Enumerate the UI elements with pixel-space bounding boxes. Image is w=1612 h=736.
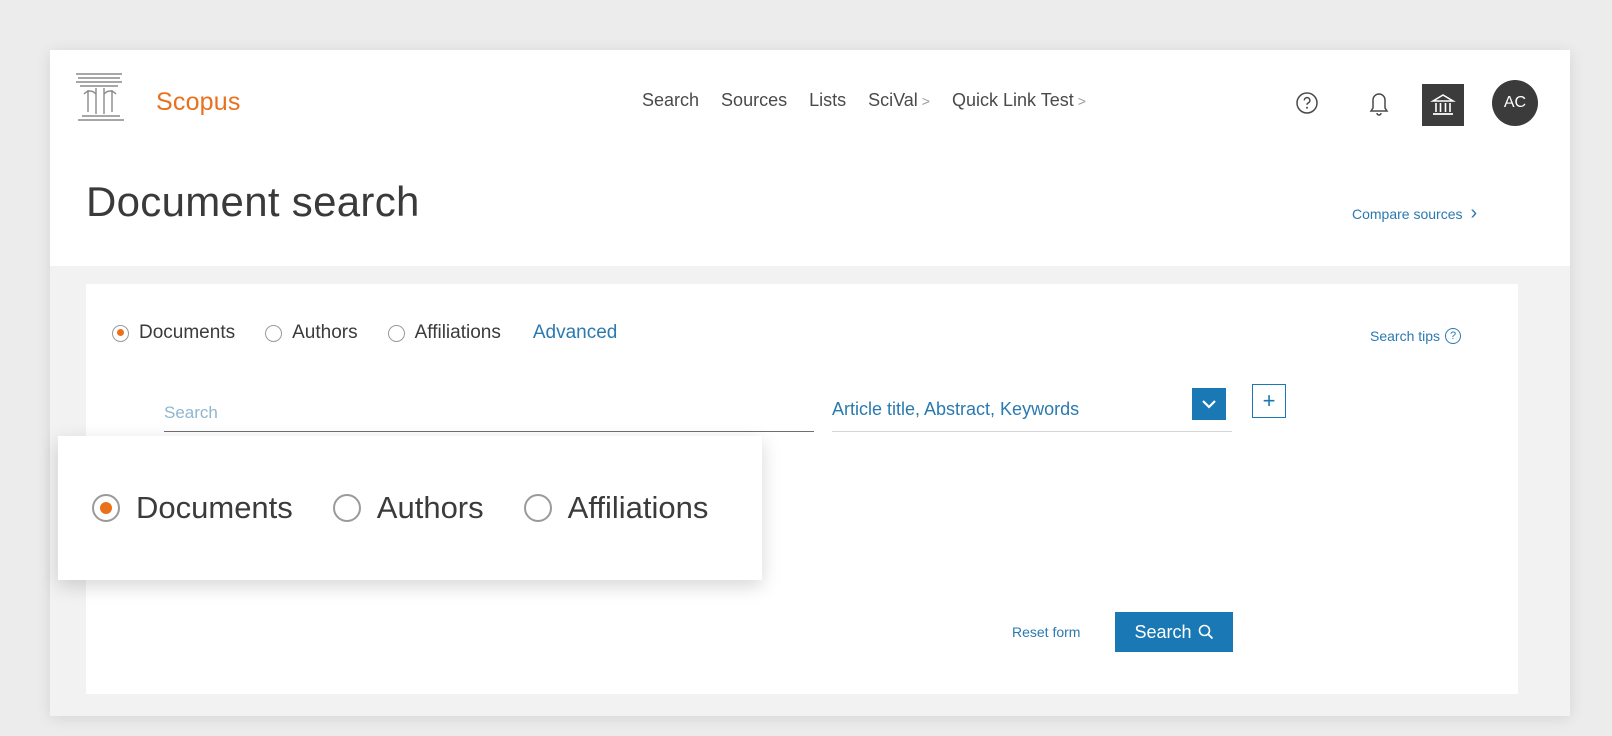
avatar[interactable]: AC: [1492, 80, 1538, 126]
radio-unselected-icon: [387, 324, 405, 342]
radio-label: Authors: [376, 490, 484, 525]
search-type-selector: Documents Authors Affiliations Advanced: [112, 322, 617, 344]
zoom-radio-documents[interactable]: Documents: [92, 490, 293, 526]
compare-sources-link[interactable]: Compare sources ›: [1352, 202, 1477, 225]
radio-selected-icon: [112, 324, 129, 342]
external-link-icon: >: [921, 93, 930, 109]
search-tips-label: Search tips: [1370, 328, 1441, 344]
top-navigation-bar: Scopus Search Sources Lists SciVal > Quic…: [50, 50, 1570, 150]
radio-label: Affiliations: [567, 490, 709, 525]
reset-form-link[interactable]: Reset form: [1012, 624, 1080, 640]
radio-selected-icon: [92, 494, 120, 522]
radio-affiliations[interactable]: Affiliations: [387, 322, 501, 344]
search-field-dropdown[interactable]: Article title, Abstract, Keywords: [832, 388, 1232, 432]
radio-unselected-icon: [265, 324, 283, 342]
brand-name[interactable]: Scopus: [156, 88, 241, 117]
nav-item-scival[interactable]: SciVal >: [868, 90, 930, 111]
advanced-search-link[interactable]: Advanced: [533, 322, 618, 344]
bell-icon: [1369, 93, 1389, 116]
institution-icon: [1430, 94, 1456, 115]
app-window: Scopus Search Sources Lists SciVal > Quic…: [50, 50, 1570, 716]
chevron-right-icon: ›: [1470, 202, 1478, 224]
search-input[interactable]: [164, 394, 814, 432]
add-search-field-button[interactable]: +: [1252, 384, 1286, 418]
plus-icon: +: [1262, 388, 1276, 413]
help-button[interactable]: [1294, 90, 1320, 116]
nav-item-search[interactable]: Search: [642, 90, 699, 111]
radio-unselected-icon: [332, 494, 361, 522]
search-button[interactable]: Search: [1115, 612, 1233, 652]
search-icon: [1198, 624, 1213, 640]
nav-item-quick-link-test[interactable]: Quick Link Test >: [952, 90, 1086, 111]
help-icon: ?: [1445, 328, 1462, 344]
zoom-radio-affiliations[interactable]: Affiliations: [523, 490, 709, 526]
search-tips-link[interactable]: Search tips ?: [1370, 328, 1462, 344]
notifications-button[interactable]: [1366, 88, 1392, 118]
radio-label: Affiliations: [414, 322, 501, 343]
search-field-value: Article title, Abstract, Keywords: [832, 399, 1080, 419]
page-header: Document search Compare sources ›: [50, 150, 1570, 266]
nav-item-label: SciVal: [868, 90, 918, 110]
page-title: Document search: [86, 178, 420, 225]
zoomed-search-type-callout: Documents Authors Affiliations: [58, 436, 762, 580]
help-icon: [1296, 92, 1318, 114]
nav-item-label: Sources: [721, 90, 788, 110]
zoom-radio-authors[interactable]: Authors: [332, 490, 484, 526]
nav-item-label: Quick Link Test: [951, 90, 1074, 110]
nav-item-label: Search: [642, 90, 700, 110]
radio-authors[interactable]: Authors: [265, 322, 358, 344]
radio-unselected-icon: [523, 494, 552, 522]
search-button-label: Search: [1134, 621, 1192, 642]
radio-label: Documents: [136, 490, 293, 525]
compare-sources-label: Compare sources: [1352, 205, 1463, 222]
chevron-down-icon: [1202, 400, 1216, 409]
institution-button[interactable]: [1422, 84, 1464, 126]
nav-item-label: Lists: [809, 90, 847, 110]
radio-documents[interactable]: Documents: [112, 322, 235, 344]
dropdown-toggle[interactable]: [1192, 388, 1226, 420]
nav-item-lists[interactable]: Lists: [809, 90, 846, 111]
elsevier-logo-icon[interactable]: [68, 64, 132, 124]
nav-item-sources[interactable]: Sources: [721, 90, 787, 111]
main-nav: Search Sources Lists SciVal > Quick Link …: [642, 90, 1108, 111]
external-link-icon: >: [1077, 93, 1086, 109]
radio-label: Documents: [139, 322, 236, 343]
radio-label: Authors: [292, 322, 358, 343]
